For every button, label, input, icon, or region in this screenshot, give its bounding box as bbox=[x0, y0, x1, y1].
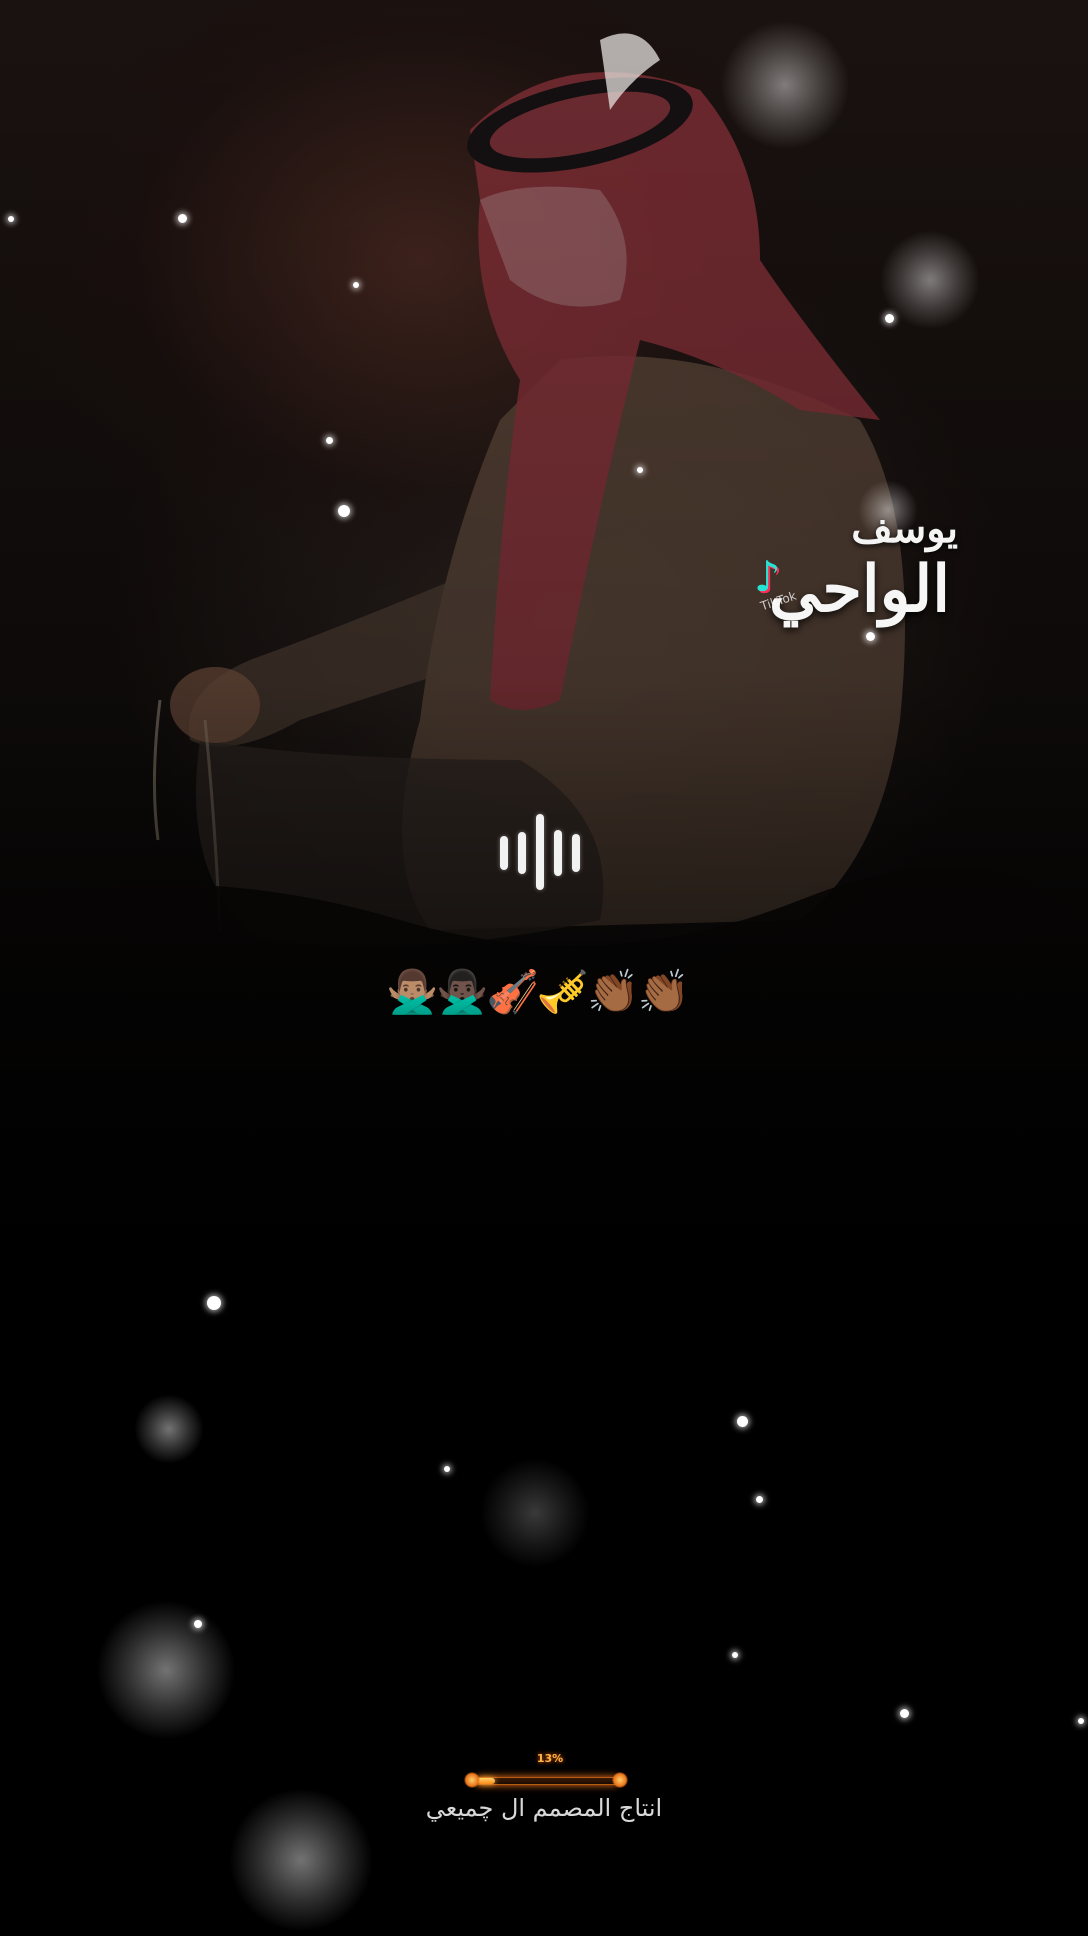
waveform-bar bbox=[518, 832, 526, 874]
progress-percent: 13% bbox=[536, 1752, 564, 1765]
sparkle-dot bbox=[737, 1416, 748, 1427]
sparkle-dot bbox=[444, 1466, 450, 1472]
bokeh-orb bbox=[480, 1458, 590, 1568]
sparkle-dot bbox=[756, 1496, 763, 1503]
sparkle-dot bbox=[326, 437, 333, 444]
waveform-bar bbox=[572, 834, 580, 872]
progress-bar bbox=[464, 1772, 628, 1788]
bokeh-orb bbox=[720, 20, 850, 150]
bokeh-orb bbox=[96, 1600, 236, 1740]
sparkle-dot bbox=[866, 632, 875, 641]
sparkle-dot bbox=[637, 467, 643, 473]
sparkle-dot bbox=[900, 1709, 909, 1718]
waveform-bar bbox=[554, 830, 562, 876]
designer-credit: انتاج المصمم ال چميعي bbox=[425, 1794, 663, 1822]
sparkle-dot bbox=[338, 505, 350, 517]
logo-name-line1: يوسف bbox=[851, 505, 958, 552]
sparkle-dot bbox=[194, 1620, 202, 1628]
bokeh-orb bbox=[226, 1790, 376, 1930]
sparkle-dot bbox=[8, 216, 14, 222]
sparkle-dot bbox=[732, 1652, 738, 1658]
progress-cap-left bbox=[464, 1772, 480, 1788]
sparkle-dot bbox=[178, 214, 187, 223]
waveform-bar bbox=[536, 814, 544, 890]
waveform-bar bbox=[500, 836, 508, 870]
progress-rail bbox=[476, 1777, 618, 1785]
bokeh-orb bbox=[880, 230, 980, 330]
video-frame: يوسف الواحي ♪ TikTok 🙅🏽‍♂️🙅🏿‍♂️🎻🎺👏🏾👏🏾 13… bbox=[0, 0, 1088, 1936]
sparkle-dot bbox=[353, 282, 359, 288]
bokeh-orb bbox=[134, 1394, 204, 1464]
progress-cap-right bbox=[612, 1772, 628, 1788]
sparkle-dot bbox=[1078, 1718, 1084, 1724]
emoji-caption: 🙅🏽‍♂️🙅🏿‍♂️🎻🎺👏🏾👏🏾 bbox=[386, 967, 690, 1016]
logo-name-line2: الواحي bbox=[768, 552, 950, 627]
audio-waveform-icon bbox=[498, 812, 598, 892]
sparkle-dot bbox=[885, 314, 894, 323]
sparkle-dot bbox=[207, 1296, 221, 1310]
